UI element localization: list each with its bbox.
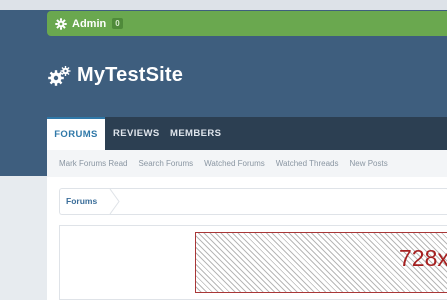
subnav: Mark Forums Read Search Forums Watched F…	[47, 150, 447, 177]
tab-forums[interactable]: FORUMS	[47, 117, 105, 150]
ad-label: 728x	[399, 245, 447, 271]
site-name: MyTestSite	[77, 64, 184, 86]
subnav-watched-forums[interactable]: Watched Forums	[204, 159, 265, 168]
admin-badge: 0	[112, 18, 123, 29]
tab-reviews[interactable]: REVIEWS	[113, 117, 160, 150]
subnav-search-forums[interactable]: Search Forums	[138, 159, 193, 168]
admin-bar[interactable]: Admin 0	[47, 11, 447, 36]
subnav-mark-forums-read[interactable]: Mark Forums Read	[59, 159, 127, 168]
content-area: Mark Forums Read Search Forums Watched F…	[47, 150, 447, 300]
page-background	[0, 176, 48, 300]
breadcrumb-arrow-icon	[109, 189, 120, 214]
gear-icon	[55, 17, 67, 30]
subnav-new-posts[interactable]: New Posts	[349, 159, 387, 168]
subnav-watched-threads[interactable]: Watched Threads	[276, 159, 339, 168]
site-logo[interactable]: MyTestSite	[47, 64, 183, 87]
main-nav: FORUMS REVIEWS MEMBERS	[47, 117, 447, 150]
ad-banner[interactable]: 728x	[195, 232, 447, 293]
cogs-icon	[48, 65, 71, 86]
tab-members[interactable]: MEMBERS	[170, 117, 221, 150]
top-strip	[0, 0, 447, 10]
admin-label: Admin	[72, 17, 107, 30]
breadcrumb: Forums	[59, 188, 447, 215]
breadcrumb-forums[interactable]: Forums	[60, 189, 112, 214]
